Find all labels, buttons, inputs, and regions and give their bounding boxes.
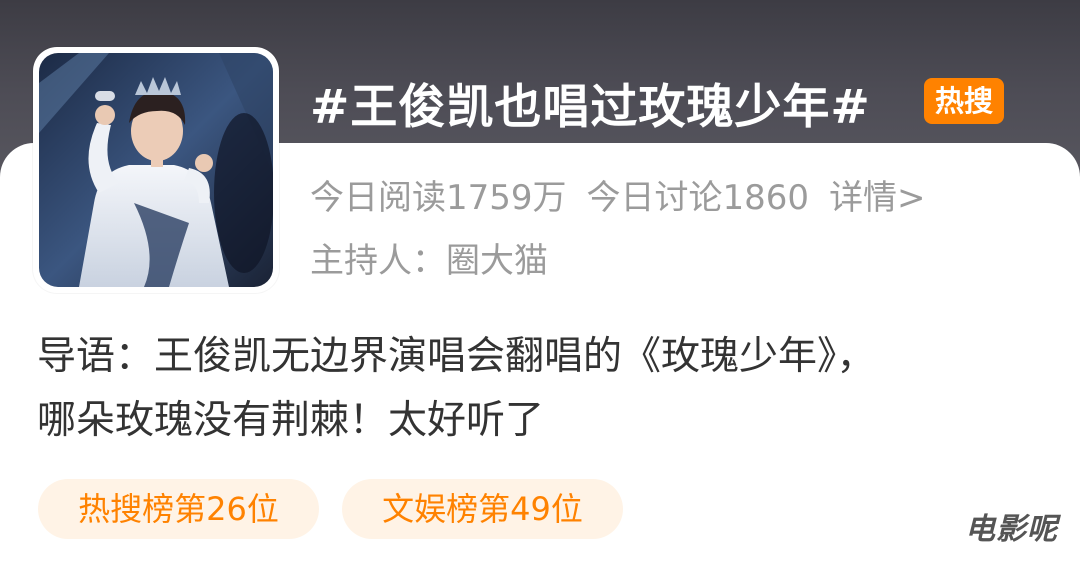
stats-row: 今日阅读1759万 今日讨论1860 详情> [310,170,946,219]
entertainment-rank-tag[interactable]: 文娱榜第49位 [342,479,623,539]
host-info: 主持人：圈大猫 [310,241,548,281]
intro-line-1: 导语：王俊凯无边界演唱会翻唱的《玫瑰少年》， [37,334,876,379]
topic-title: #王俊凯也唱过玫瑰少年# [310,80,871,135]
watermark: 电影呢 [965,512,1058,547]
topic-intro: 导语：王俊凯无边界演唱会翻唱的《玫瑰少年》， 哪朵玫瑰没有荆棘！太好听了 [37,325,1037,453]
discussion-count: 今日讨论1860 [586,178,810,218]
topic-cover-photo [39,53,273,287]
read-count: 今日阅读1759万 [310,178,567,218]
hot-badge: 热搜 [924,78,1004,124]
topic-cover[interactable] [33,47,279,293]
hot-search-rank-tag[interactable]: 热搜榜第26位 [38,479,319,539]
intro-line-2: 哪朵玫瑰没有荆棘！太好听了 [37,398,545,443]
detail-link[interactable]: 详情> [829,178,926,218]
